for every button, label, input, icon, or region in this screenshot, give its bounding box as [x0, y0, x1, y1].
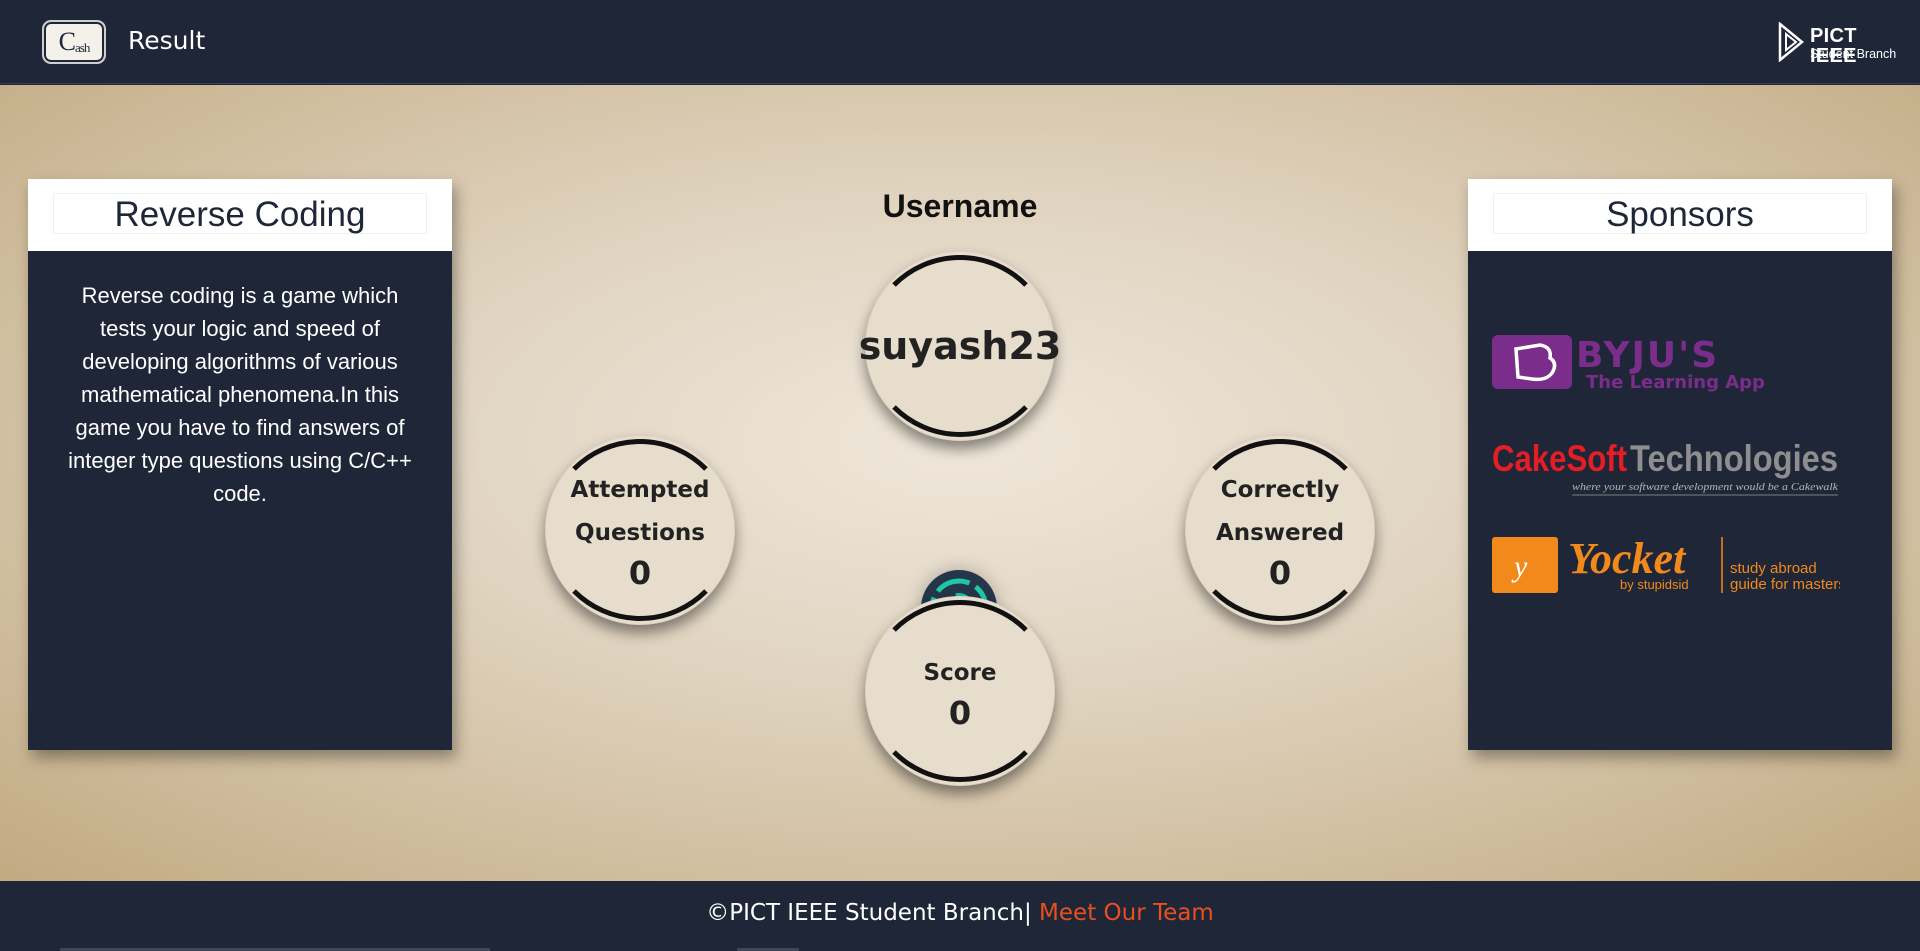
cakesoft-name: CakeSoft [1492, 438, 1627, 479]
score-value: 0 [948, 693, 972, 732]
reverse-coding-card: Reverse Coding Reverse coding is a game … [28, 179, 452, 750]
username-heading: Username [882, 188, 1038, 224]
cakesoft-logo-icon: CakeSoft Technologies where your softwar… [1492, 438, 1839, 496]
username-circle: suyash23 [859, 251, 1061, 441]
score-label: Score [923, 659, 997, 686]
correct-label-line2: Answered [1215, 520, 1345, 546]
yocket-tagline-2: guide for masters [1730, 576, 1840, 593]
attempted-value: 0 [628, 554, 652, 592]
sponsors-card: Sponsors BYJU'S The Learning App CakeSof… [1468, 179, 1892, 750]
attempted-label-line1: Attempted [570, 477, 710, 503]
game-description: Reverse coding is a game which tests you… [68, 283, 412, 506]
cakesoft-name2: Technologies [1630, 438, 1838, 479]
card-header: Sponsors [1468, 179, 1892, 251]
sponsor-byjus-logo[interactable]: BYJU'S The Learning App [1492, 333, 1840, 393]
sponsor-yocket-logo[interactable]: y Yocket by stupidsid study abroad guide… [1492, 534, 1846, 595]
yocket-logo-icon: y Yocket by stupidsid study abroad guide… [1492, 534, 1846, 593]
footer-copyright: ©PICT IEEE Student Branch| [706, 900, 1032, 926]
yocket-by: by stupidsid [1620, 577, 1689, 592]
meet-our-team-link[interactable]: Meet Our Team [1039, 900, 1214, 926]
byjus-tagline: The Learning App [1586, 372, 1765, 393]
main-content: Reverse Coding Reverse coding is a game … [0, 85, 1920, 881]
attempted-questions-circle: Attempted Questions 0 [545, 435, 735, 625]
cash-logo[interactable]: Cash [42, 20, 106, 64]
card-title: Sponsors [1493, 193, 1867, 234]
pict-ieee-logo[interactable]: PICT IEEE Student Branch [1778, 22, 1908, 66]
correct-label-line1: Correctly [1220, 477, 1340, 503]
top-navbar: Cash Result PICT IEEE Student Branch [0, 0, 1920, 84]
username-value: suyash23 [858, 324, 1062, 368]
byjus-logo-icon: BYJU'S The Learning App [1492, 335, 1765, 393]
card-title: Reverse Coding [53, 193, 427, 234]
ieee-logo-sub: Student Branch [1810, 47, 1897, 61]
cakesoft-tagline: where your software development would be… [1572, 481, 1839, 493]
byjus-name: BYJU'S [1576, 335, 1719, 376]
yocket-tagline-1: study abroad [1730, 560, 1817, 577]
card-header: Reverse Coding [28, 179, 452, 251]
ieee-triangle-icon [1778, 22, 1804, 62]
svg-text:y: y [1511, 550, 1528, 583]
attempted-label-line2: Questions [575, 520, 705, 546]
yocket-name: Yocket [1568, 535, 1687, 583]
logo-main-text: C [58, 27, 76, 56]
page-title: Result [128, 26, 206, 55]
sponsor-cakesoft-logo[interactable]: CakeSoft Technologies where your softwar… [1492, 435, 1840, 499]
logo-sub-text: ash [75, 40, 90, 55]
correct-value: 0 [1268, 554, 1292, 592]
page-footer: ©PICT IEEE Student Branch| Meet Our Team [0, 881, 1920, 951]
score-circle: Score 0 [865, 596, 1055, 786]
correctly-answered-circle: Correctly Answered 0 [1185, 435, 1375, 625]
